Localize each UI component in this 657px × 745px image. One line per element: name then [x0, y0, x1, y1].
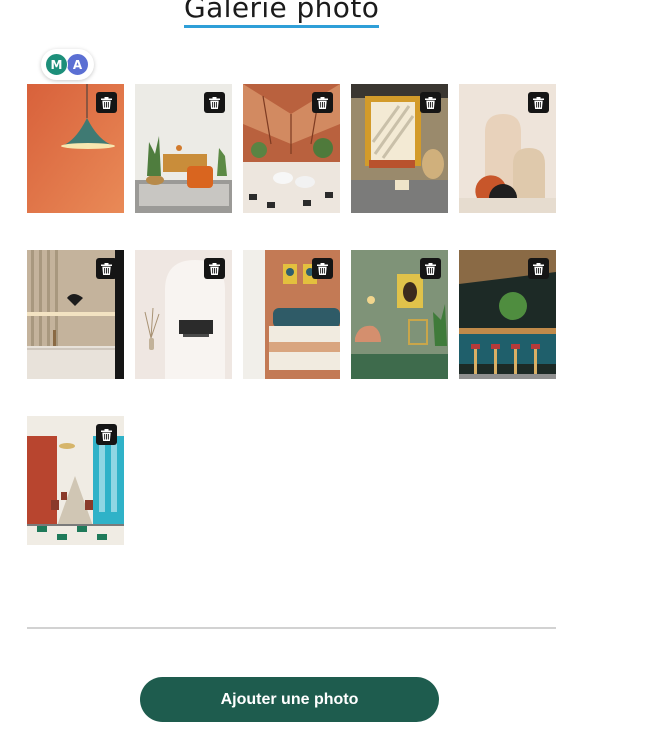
gallery-page: Galerie photo M A Ajouter une photo — [0, 0, 657, 745]
divider — [27, 627, 556, 629]
delete-photo-button[interactable] — [528, 258, 549, 279]
photo-tile[interactable] — [27, 416, 124, 545]
trash-icon — [101, 262, 112, 275]
trash-icon — [209, 96, 220, 109]
delete-photo-button[interactable] — [312, 92, 333, 113]
trash-icon — [101, 428, 112, 441]
collaborator-avatars[interactable]: M A — [41, 49, 94, 80]
avatar[interactable]: A — [66, 53, 89, 76]
delete-photo-button[interactable] — [96, 92, 117, 113]
delete-photo-button[interactable] — [312, 258, 333, 279]
trash-icon — [209, 262, 220, 275]
photo-tile[interactable] — [351, 84, 448, 213]
trash-icon — [317, 96, 328, 109]
delete-photo-button[interactable] — [420, 92, 441, 113]
photo-tile[interactable] — [459, 250, 556, 379]
photo-tile[interactable] — [351, 250, 448, 379]
delete-photo-button[interactable] — [528, 92, 549, 113]
photo-tile[interactable] — [243, 84, 340, 213]
avatar[interactable]: M — [45, 53, 68, 76]
delete-photo-button[interactable] — [204, 92, 225, 113]
trash-icon — [317, 262, 328, 275]
trash-icon — [533, 96, 544, 109]
photo-tile[interactable] — [243, 250, 340, 379]
trash-icon — [425, 262, 436, 275]
photo-tile[interactable] — [27, 84, 124, 213]
delete-photo-button[interactable] — [96, 258, 117, 279]
page-title: Galerie photo — [184, 0, 380, 28]
delete-photo-button[interactable] — [420, 258, 441, 279]
trash-icon — [101, 96, 112, 109]
photo-tile[interactable] — [459, 84, 556, 213]
trash-icon — [533, 262, 544, 275]
photo-tile[interactable] — [135, 84, 232, 213]
add-photo-button[interactable]: Ajouter une photo — [140, 677, 439, 722]
delete-photo-button[interactable] — [96, 424, 117, 445]
photo-tile[interactable] — [135, 250, 232, 379]
delete-photo-button[interactable] — [204, 258, 225, 279]
trash-icon — [425, 96, 436, 109]
photo-tile[interactable] — [27, 250, 124, 379]
